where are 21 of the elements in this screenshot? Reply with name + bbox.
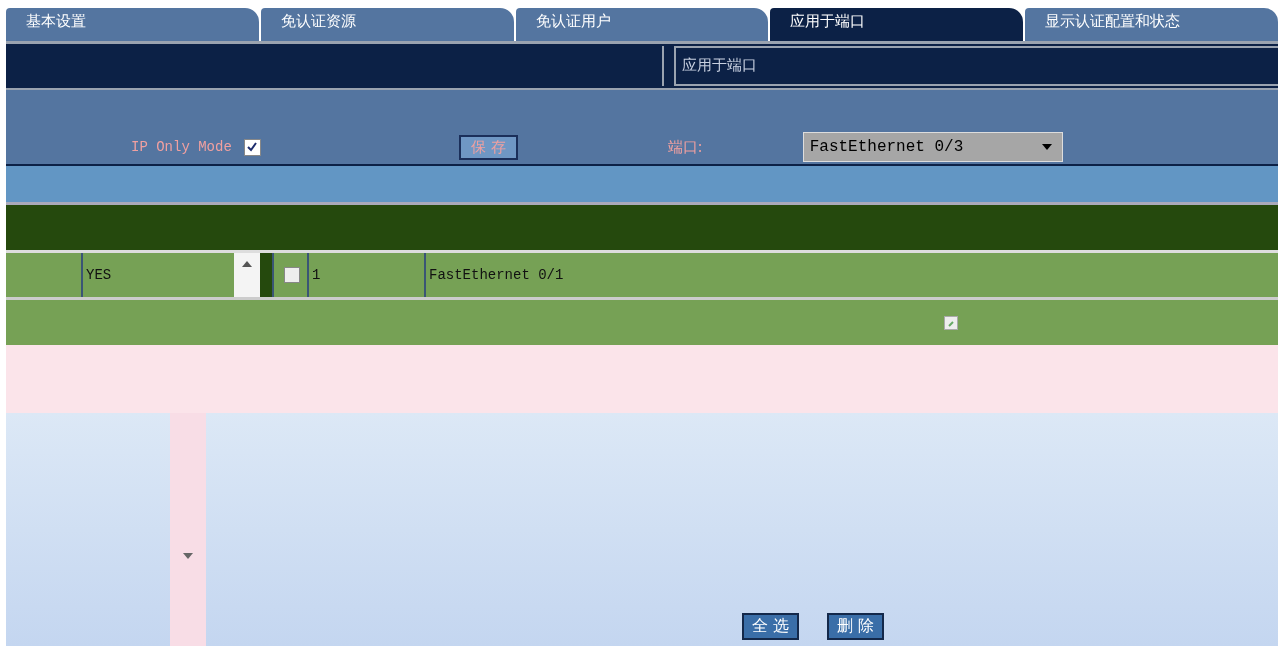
- ip-only-mode-label: IP Only Mode: [131, 139, 232, 155]
- caret-icon: [242, 261, 252, 267]
- caret-icon: [1041, 144, 1052, 150]
- scroll-up-button[interactable]: [234, 253, 260, 297]
- action-button[interactable]: 全 选: [742, 613, 800, 640]
- section-title: 应用于端口: [674, 46, 1278, 86]
- port-label: 端口:: [667, 137, 703, 157]
- tab[interactable]: 免认证资源: [260, 8, 514, 41]
- tab[interactable]: 应用于端口: [770, 8, 1024, 41]
- ip-only-mode-checkbox[interactable]: [243, 138, 261, 156]
- tab[interactable]: 显示认证配置和状态: [1025, 8, 1278, 41]
- table-cell: 1: [307, 253, 424, 297]
- small-box-icon: [944, 315, 958, 330]
- tab[interactable]: 基本设置: [6, 8, 259, 41]
- divider-bar: [260, 253, 272, 297]
- table-cell: FastEthernet 0/1: [424, 253, 1278, 297]
- scroll-down-icon: [183, 553, 193, 559]
- port-select[interactable]: FastEthernet 0/3: [802, 132, 1063, 162]
- action-button[interactable]: 删 除: [827, 613, 885, 640]
- tab[interactable]: 免认证用户: [515, 8, 769, 41]
- row-checkbox[interactable]: [284, 267, 300, 283]
